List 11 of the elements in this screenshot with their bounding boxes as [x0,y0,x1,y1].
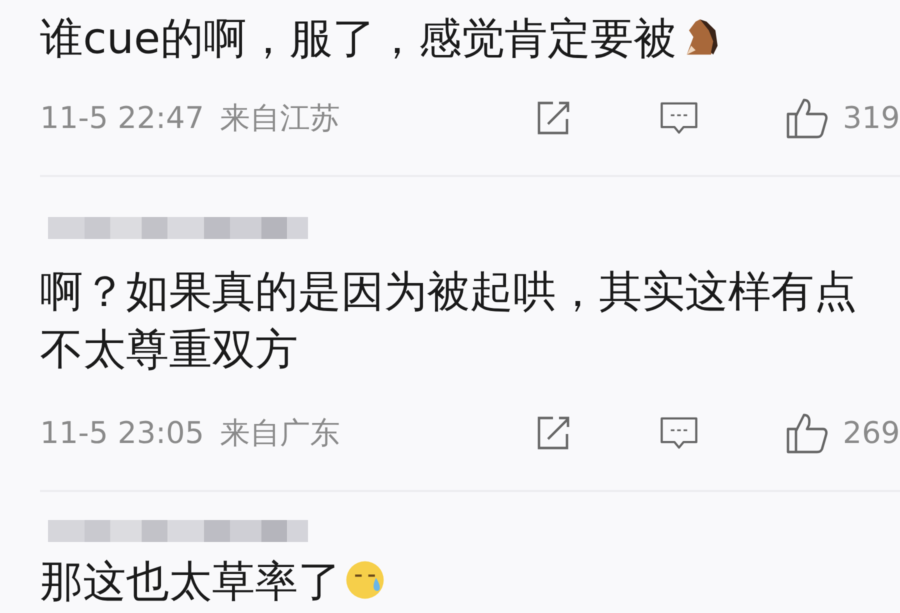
thumbs-up-icon[interactable] [784,411,829,455]
comment-text: 那这也太草率了 [40,557,341,607]
like-count: 319 [842,100,900,136]
comment-text: 谁cue的啊，服了，感觉肯定要被 [40,14,676,64]
comment-location: 来自江苏 [220,100,340,138]
comment-time: 11-5 22:47 [40,100,204,136]
comment-text: 啊？如果真的是因为被起哄，其实这样有点不太尊重双方 [40,267,857,375]
comment-time: 11-5 23:05 [40,416,204,450]
thumbs-up-icon[interactable] [784,96,829,140]
comment-location: 来自广东 [220,414,340,452]
like-count: 269 [842,416,900,450]
